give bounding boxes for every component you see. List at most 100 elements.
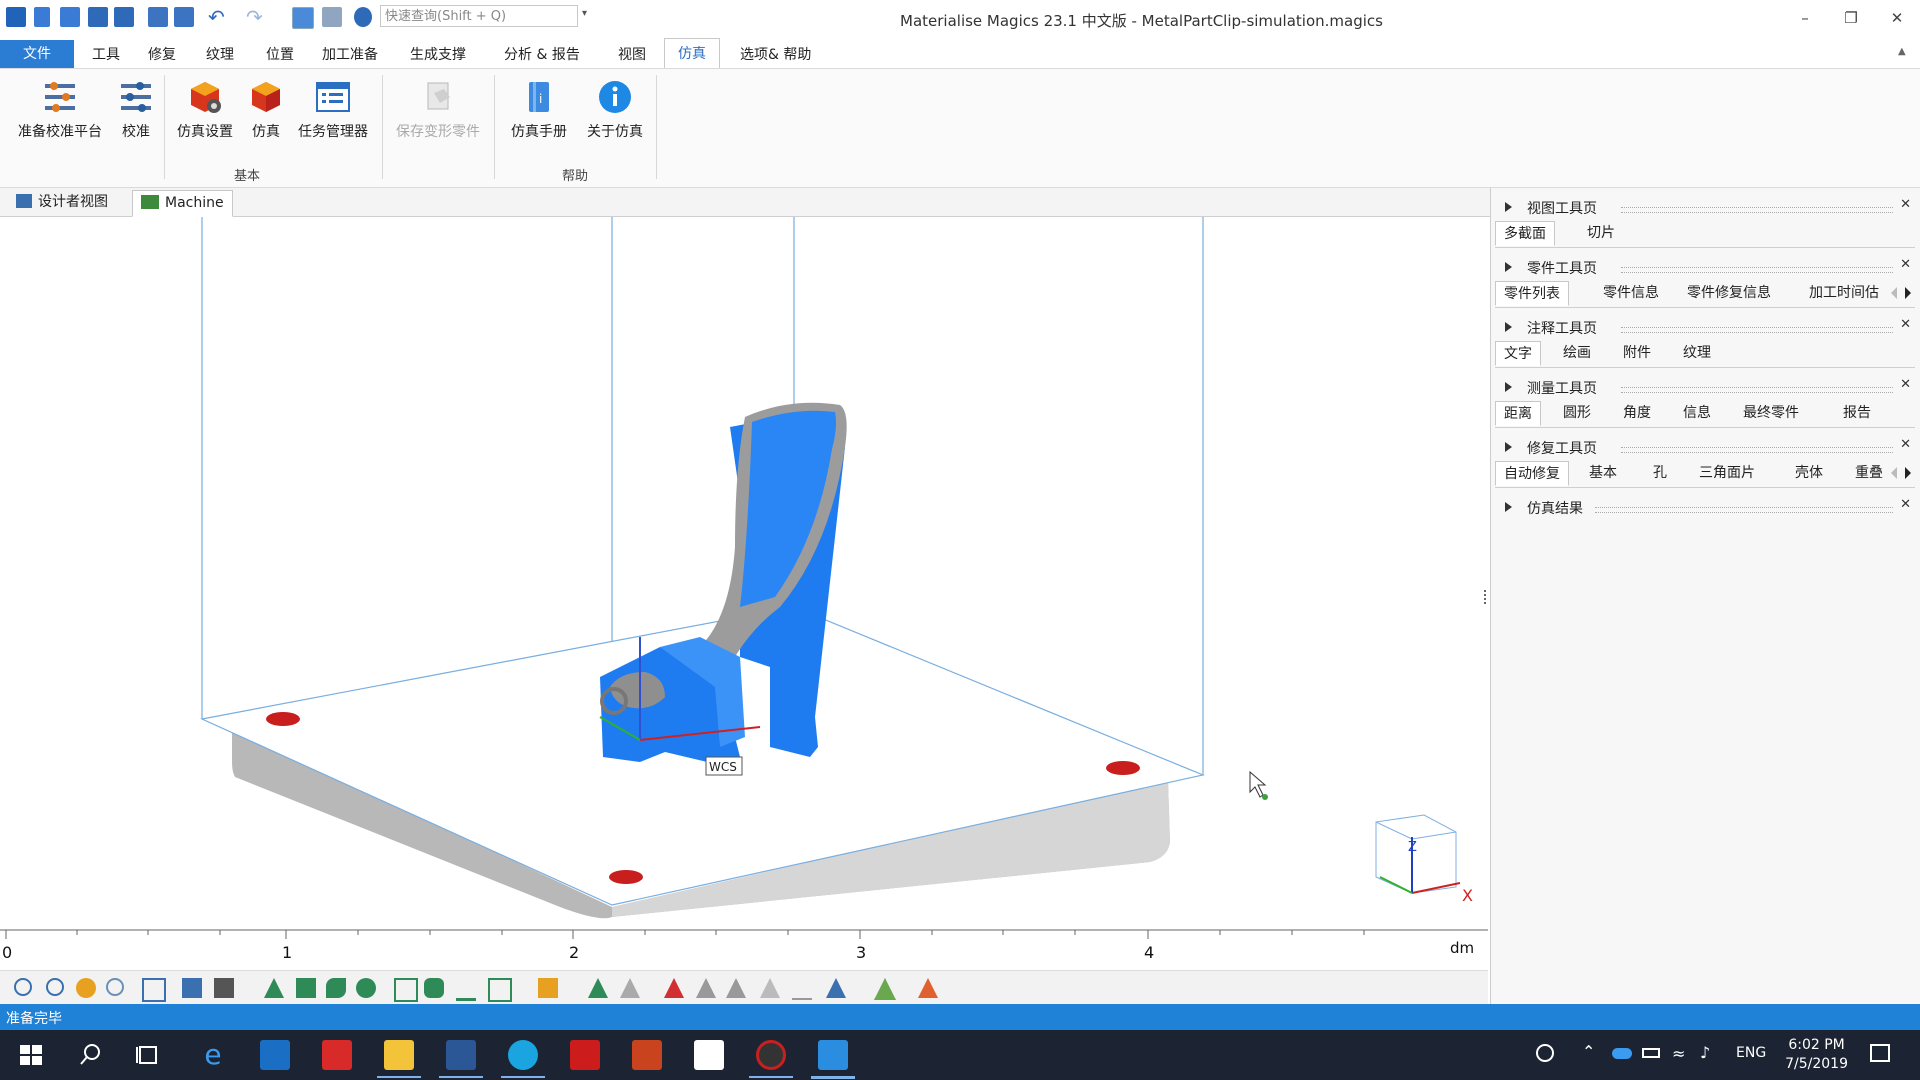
tab-designer-view[interactable]: 设计者视图 [8,190,116,215]
about-simulation-button[interactable]: 关于仿真 [582,79,648,141]
expand-arrow-icon[interactable] [1505,442,1512,452]
expand-arrow-icon[interactable] [1505,262,1512,272]
tab-scroll-right-icon[interactable] [1905,287,1911,299]
select-plane-icon[interactable] [296,978,316,998]
battery-icon[interactable] [1642,1048,1660,1058]
drag-grip[interactable] [1595,507,1893,513]
tab-overlap[interactable]: 重叠 [1847,461,1891,486]
grow-marking-icon[interactable] [826,978,846,998]
tab-triangles[interactable]: 三角面片 [1691,461,1763,486]
tab-scroll-right-icon[interactable] [1905,467,1911,479]
outlook-icon[interactable] [260,1040,290,1070]
system-clock[interactable]: 6:02 PM 7/5/2019 [1785,1036,1848,1074]
simulation-manual-button[interactable]: i 仿真手册 [506,79,572,141]
tab-shells[interactable]: 壳体 [1787,461,1831,486]
menu-file[interactable]: 文件 [0,40,74,68]
zoom-selection-icon[interactable] [76,978,96,998]
invert-marking-icon[interactable] [696,978,716,998]
tray-chevron-icon[interactable]: ⌃ [1582,1042,1595,1061]
view-3d-icon[interactable] [292,7,314,29]
simulate-button[interactable]: 仿真 [248,79,284,141]
tab-text[interactable]: 文字 [1495,341,1541,366]
tab-basic[interactable]: 基本 [1581,461,1625,486]
mark-window-icon[interactable] [488,978,512,1002]
tab-distance[interactable]: 距离 [1495,401,1541,426]
save-as-icon[interactable] [114,7,134,27]
drag-grip[interactable] [1621,207,1893,213]
select-shell-icon[interactable] [356,978,376,998]
expand-arrow-icon[interactable] [1505,202,1512,212]
unmark-icon[interactable] [620,978,640,998]
wifi-icon[interactable]: ≈ [1672,1044,1685,1063]
windows-start-icon[interactable] [16,1040,46,1070]
undo-icon[interactable]: ↶ [208,7,228,27]
tab-report[interactable]: 报告 [1835,401,1879,426]
toolpage-header-view[interactable]: 视图工具页 ✕ [1491,196,1920,220]
menu-position[interactable]: 位置 [266,44,294,64]
menu-simulation[interactable]: 仿真 [664,38,720,68]
magics-taskbar-icon[interactable] [818,1040,848,1070]
part-color-icon[interactable] [538,978,558,998]
notification-icon[interactable] [1870,1044,1890,1062]
expand-marking-icon[interactable] [726,978,746,998]
close-icon[interactable]: ✕ [1900,437,1911,452]
tab-circle[interactable]: 圆形 [1555,401,1599,426]
save-icon[interactable] [88,7,108,27]
toolpage-header-sim-results[interactable]: 仿真结果 ✕ [1491,496,1920,520]
menu-analysis[interactable]: 分析 & 报告 [504,44,580,64]
menu-texture[interactable]: 纹理 [206,44,234,64]
zoom-fit-icon[interactable] [46,978,64,996]
prepare-calibration-button[interactable]: 准备校准平台 [14,79,106,141]
volume-icon[interactable]: ♪ [1700,1043,1710,1062]
quick-search-input[interactable]: 快速查询(Shift + Q) [380,5,578,27]
search-icon[interactable] [76,1040,106,1070]
tab-scroll-left-icon[interactable] [1891,287,1897,299]
redo-icon[interactable]: ↷ [246,7,266,27]
wireframe-icon[interactable] [792,978,812,1000]
drag-grip[interactable] [1621,327,1893,333]
toolpage-header-annotation[interactable]: 注释工具页 ✕ [1491,316,1920,340]
triangle-mode-icon[interactable] [588,978,608,998]
drag-grip[interactable] [1621,447,1893,453]
display-mode-icon[interactable] [918,978,938,998]
mark-curve-icon[interactable] [456,978,476,1001]
display-triangles-icon[interactable] [874,978,896,1000]
expand-arrow-icon[interactable] [1505,322,1512,332]
select-triangle-icon[interactable] [264,978,284,998]
new-file-icon[interactable] [34,7,50,27]
import-icon[interactable] [148,7,168,27]
skype-icon[interactable] [508,1040,538,1070]
close-icon[interactable]: ✕ [1900,257,1911,272]
tab-attachment[interactable]: 附件 [1615,341,1659,366]
tab-holes[interactable]: 孔 [1645,461,1675,486]
close-icon[interactable]: ✕ [1900,197,1911,212]
save-deformed-part-button[interactable]: 保存变形零件 [392,79,484,141]
zoom-icon[interactable] [14,978,32,996]
acrobat-icon[interactable] [570,1040,600,1070]
tab-scroll-left-icon[interactable] [1891,467,1897,479]
scene-canvas[interactable]: WCS X Z [0,217,1488,929]
recorder-icon[interactable] [756,1040,786,1070]
tab-draw[interactable]: 绘画 [1555,341,1599,366]
file-explorer-icon[interactable] [384,1040,414,1070]
zoom-window-icon[interactable] [106,978,124,996]
view-box-icon[interactable] [322,7,342,27]
mark-area-icon[interactable] [394,978,418,1002]
toolpage-header-fix[interactable]: 修复工具页 ✕ [1491,436,1920,460]
tab-texture[interactable]: 纹理 [1675,341,1719,366]
photos-icon[interactable] [694,1040,724,1070]
tab-slice[interactable]: 切片 [1579,221,1623,246]
shrink-marking-icon[interactable] [760,978,780,998]
tab-final-part[interactable]: 最终零件 [1735,401,1807,426]
shaded-view-icon[interactable] [214,978,234,998]
front-view-icon[interactable] [182,978,202,998]
task-manager-button[interactable]: 任务管理器 [294,79,372,141]
simulation-settings-button[interactable]: 仿真设置 [172,79,238,141]
close-button[interactable]: ✕ [1874,4,1920,32]
3d-viewport[interactable]: WCS X Z [0,217,1488,929]
mark-connected-icon[interactable] [424,978,444,998]
word-icon[interactable] [446,1040,476,1070]
close-icon[interactable]: ✕ [1900,497,1911,512]
menu-repair[interactable]: 修复 [148,44,176,64]
restore-button[interactable]: ❐ [1828,4,1874,32]
